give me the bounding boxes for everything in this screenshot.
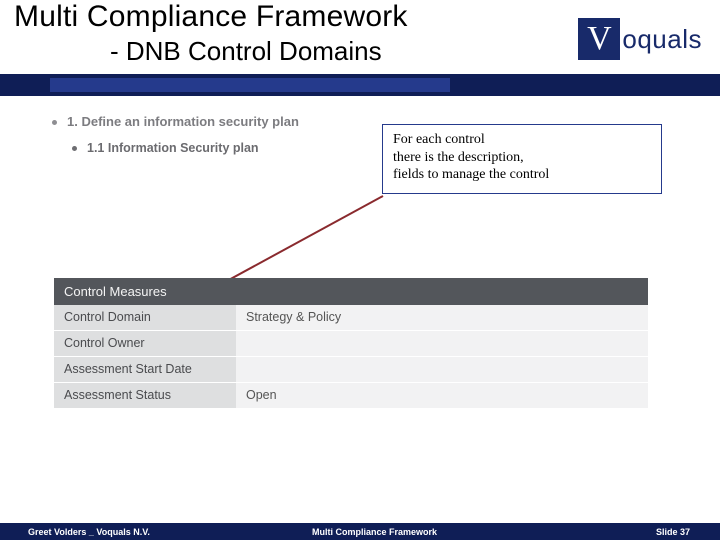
row-label: Control Domain — [54, 305, 236, 330]
brand-logo: V oquals — [578, 18, 702, 60]
row-value — [236, 331, 648, 356]
row-label: Assessment Start Date — [54, 357, 236, 382]
bullet-text: 1.1 Information Security plan — [87, 141, 259, 155]
table-row: Assessment Status Open — [54, 383, 648, 409]
control-measures-table: Control Measures Control Domain Strategy… — [54, 278, 648, 409]
footer: Greet Volders _ Voquals N.V. Multi Compl… — [0, 523, 720, 540]
list-item: 1.1 Information Security plan — [72, 141, 299, 155]
table-row: Control Domain Strategy & Policy — [54, 305, 648, 331]
footer-slide-num: 37 — [680, 527, 690, 537]
footer-author: Greet Volders _ Voquals N.V. — [28, 527, 150, 537]
table-header: Control Measures — [54, 278, 648, 305]
page-title: Multi Compliance Framework — [14, 0, 408, 34]
bullet-text: 1. Define an information security plan — [67, 114, 299, 129]
list-item: 1. Define an information security plan — [52, 114, 299, 129]
logo-text: oquals — [622, 24, 702, 55]
bullet-icon — [72, 146, 77, 151]
callout-box: For each control there is the descriptio… — [382, 124, 662, 194]
row-label: Control Owner — [54, 331, 236, 356]
header-band-inner — [50, 78, 450, 92]
logo-mark: V — [587, 22, 612, 56]
row-value — [236, 357, 648, 382]
row-value: Open — [236, 383, 648, 408]
page-subtitle: - DNB Control Domains — [110, 36, 382, 67]
callout-pointer-icon — [208, 192, 388, 292]
bullet-list: 1. Define an information security plan 1… — [52, 114, 299, 155]
table-row: Assessment Start Date — [54, 357, 648, 383]
bullet-icon — [52, 120, 57, 125]
table-row: Control Owner — [54, 331, 648, 357]
row-value: Strategy & Policy — [236, 305, 648, 330]
footer-slide-prefix: Slide — [656, 527, 680, 537]
row-label: Assessment Status — [54, 383, 236, 408]
footer-slide-number: Slide 37 — [656, 527, 690, 537]
footer-title: Multi Compliance Framework — [312, 527, 437, 537]
